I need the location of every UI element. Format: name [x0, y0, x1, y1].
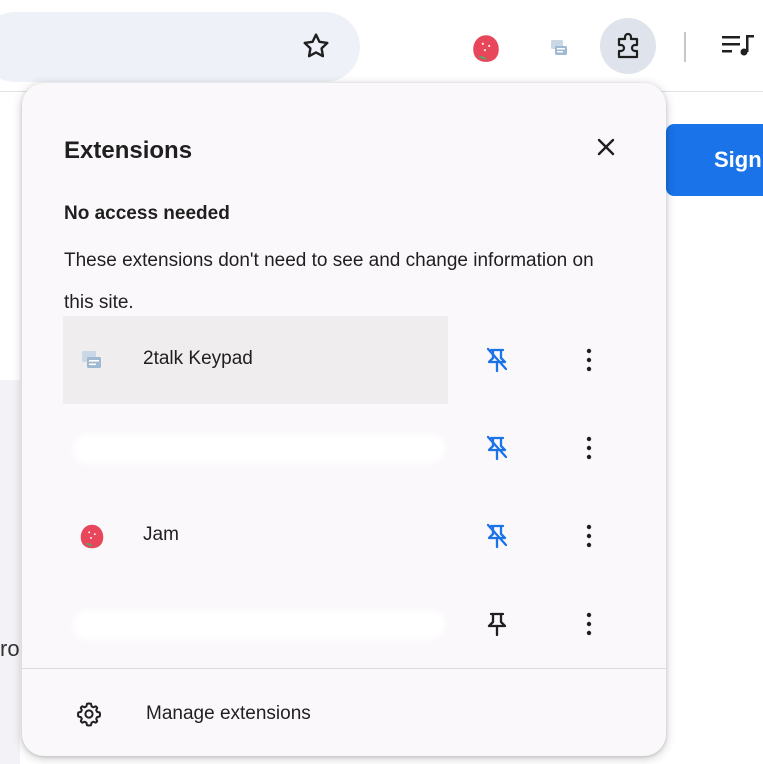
extension-row: [63, 580, 623, 668]
extensions-popup: Extensions No access needed These extens…: [22, 83, 666, 756]
toolbar-divider: [684, 32, 686, 62]
manage-extensions-label: Manage extensions: [146, 703, 311, 724]
more-options-icon[interactable]: [571, 518, 607, 554]
extension-item-redacted[interactable]: [63, 404, 448, 492]
extension-name: 2talk Keypad: [143, 348, 253, 369]
sign-in-button[interactable]: Sign: [666, 124, 763, 196]
pinned-icon[interactable]: [479, 342, 515, 378]
manage-extensions-button[interactable]: Manage extensions: [64, 683, 624, 743]
section-description: These extensions don't need to see and c…: [64, 250, 594, 313]
page-partial-text: ro: [0, 636, 20, 661]
extension-item-jam[interactable]: Jam: [63, 492, 448, 580]
extensions-button[interactable]: [600, 18, 656, 74]
pin-icon[interactable]: [479, 606, 515, 642]
pinned-icon[interactable]: [479, 518, 515, 554]
jam-icon[interactable]: [469, 31, 503, 65]
extension-row: Jam: [63, 492, 623, 580]
extension-name: Jam: [143, 524, 179, 545]
browser-toolbar: [0, 0, 763, 92]
section-title: No access needed: [64, 203, 230, 224]
redacted-name: [73, 434, 445, 464]
media-controls-icon[interactable]: [722, 32, 756, 58]
jam-icon: [80, 524, 104, 549]
close-icon[interactable]: [588, 129, 624, 165]
bookmark-star-icon[interactable]: [300, 30, 332, 62]
footer-divider: [22, 668, 666, 669]
extension-item-2talk-keypad[interactable]: 2talk Keypad: [63, 316, 448, 404]
pinned-icon[interactable]: [479, 430, 515, 466]
2talk-icon: [82, 351, 101, 368]
popup-title: Extensions: [64, 137, 193, 164]
puzzle-icon: [617, 32, 639, 59]
page-panel: [0, 380, 20, 764]
redacted-name: [73, 610, 445, 640]
extension-row: 2talk Keypad: [63, 316, 623, 404]
2talk-icon[interactable]: [549, 38, 569, 58]
more-options-icon[interactable]: [571, 430, 607, 466]
extension-row: [63, 404, 623, 492]
extension-item-redacted[interactable]: [63, 580, 448, 668]
more-options-icon[interactable]: [571, 606, 607, 642]
gear-icon: [77, 702, 101, 727]
more-options-icon[interactable]: [571, 342, 607, 378]
redacted-extension-icon: [383, 24, 441, 68]
